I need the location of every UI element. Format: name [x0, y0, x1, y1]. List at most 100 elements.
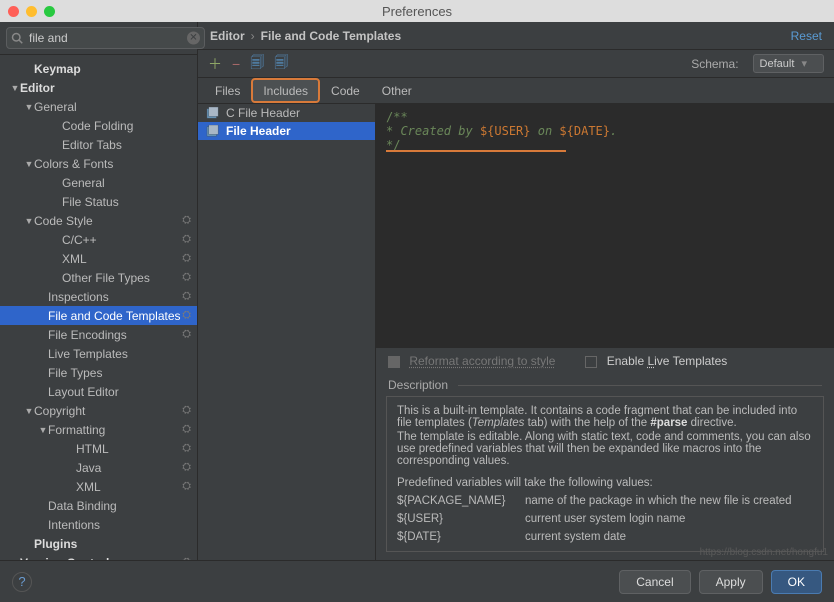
- sidebar-item-xml[interactable]: XML⛭: [0, 249, 197, 268]
- sidebar-item-label: XML: [76, 480, 182, 494]
- desc-p1c: tab) with the help of the: [524, 417, 650, 429]
- sidebar-item-label: File Encodings: [48, 328, 182, 342]
- disclosure-arrow-icon: ▼: [10, 83, 20, 93]
- dialog-footer: ? Cancel Apply OK: [0, 560, 834, 602]
- tab-includes[interactable]: Includes: [251, 78, 320, 103]
- variable-row: ${USER}current user system login name: [397, 513, 813, 525]
- code-l2f: .: [610, 124, 617, 138]
- sidebar-item-label: Data Binding: [48, 499, 191, 513]
- code-l2a: *: [386, 124, 400, 138]
- scope-icon: ⛭: [182, 442, 191, 455]
- variable-name: ${DATE}: [397, 531, 525, 543]
- sidebar-item-copyright[interactable]: ▼Copyright⛭: [0, 401, 197, 420]
- sidebar-item-label: Keymap: [34, 62, 191, 76]
- sidebar-item-version-control[interactable]: ▼Version Control⛭: [0, 553, 197, 560]
- sidebar-item-general[interactable]: ▼General: [0, 97, 197, 116]
- description-label: Description: [388, 378, 448, 392]
- sidebar-item-live-templates[interactable]: Live Templates: [0, 344, 197, 363]
- sidebar-item-label: Version Control: [20, 556, 182, 561]
- reset-link[interactable]: Reset: [791, 29, 822, 43]
- scope-icon: ⛭: [182, 461, 191, 474]
- sidebar-item-formatting[interactable]: ▼Formatting⛭: [0, 420, 197, 439]
- sidebar-item-label: Code Folding: [62, 119, 191, 133]
- template-item-label: File Header: [226, 124, 291, 138]
- sidebar-item-other-file-types[interactable]: Other File Types⛭: [0, 268, 197, 287]
- disclosure-arrow-icon: ▼: [24, 102, 34, 112]
- ok-button[interactable]: OK: [771, 570, 822, 594]
- breadcrumb-page: File and Code Templates: [261, 29, 401, 43]
- cancel-button[interactable]: Cancel: [619, 570, 690, 594]
- copy-template-icon[interactable]: 🗐: [274, 52, 288, 76]
- sidebar-item-editor[interactable]: ▼Editor: [0, 78, 197, 97]
- checkbox-icon: [388, 356, 400, 368]
- main-panel: Editor › File and Code Templates Reset ＋…: [198, 22, 834, 560]
- desc-p1d: #parse: [650, 417, 687, 429]
- variable-desc: name of the package in which the new fil…: [525, 495, 792, 507]
- sidebar-item-intentions[interactable]: Intentions: [0, 515, 197, 534]
- schema-label: Schema:: [691, 57, 738, 71]
- sidebar-item-label: Layout Editor: [48, 385, 191, 399]
- sidebar-item-label: File Types: [48, 366, 191, 380]
- sidebar-item-label: General: [62, 176, 191, 190]
- schema-value: Default: [760, 58, 795, 70]
- sidebar-item-file-types[interactable]: File Types: [0, 363, 197, 382]
- sidebar-item-code-folding[interactable]: Code Folding: [0, 116, 197, 135]
- sidebar-item-colors-fonts[interactable]: ▼Colors & Fonts: [0, 154, 197, 173]
- template-item-file-header[interactable]: File Header: [198, 122, 375, 140]
- sidebar-item-label: Copyright: [34, 404, 182, 418]
- breadcrumb-root[interactable]: Editor: [210, 29, 245, 43]
- scope-icon: ⛭: [182, 214, 191, 227]
- tab-code[interactable]: Code: [320, 78, 371, 103]
- copy-icon[interactable]: 🗐: [250, 52, 264, 76]
- apply-button[interactable]: Apply: [699, 570, 763, 594]
- tab-other[interactable]: Other: [371, 78, 423, 103]
- options-row: Reformat according to style Enable Live …: [376, 347, 834, 374]
- scope-icon: ⛭: [182, 480, 191, 493]
- tab-files[interactable]: Files: [204, 78, 251, 103]
- code-editor[interactable]: /** * Created by ${USER} on ${DATE}. */: [376, 104, 834, 347]
- disclosure-arrow-icon: ▼: [24, 406, 34, 416]
- sidebar-item-code-style[interactable]: ▼Code Style⛭: [0, 211, 197, 230]
- sidebar-item-layout-editor[interactable]: Layout Editor: [0, 382, 197, 401]
- template-item-label: C File Header: [226, 106, 300, 120]
- scope-icon: ⛭: [182, 290, 191, 303]
- clear-search-icon[interactable]: ✕: [187, 32, 200, 45]
- annotation-underline: [386, 150, 566, 152]
- toolbar: ＋ − 🗐 🗐 Schema: Default ▾: [198, 50, 834, 78]
- sidebar-item-label: XML: [62, 252, 182, 266]
- description-header: Description: [376, 374, 834, 396]
- sidebar-item-label: Editor Tabs: [62, 138, 191, 152]
- sidebar-item-label: Live Templates: [48, 347, 191, 361]
- sidebar-item-label: Plugins: [34, 537, 191, 551]
- help-icon[interactable]: ?: [12, 572, 32, 592]
- sidebar-item-file-and-code-templates[interactable]: File and Code Templates⛭: [0, 306, 197, 325]
- sidebar-item-keymap[interactable]: Keymap: [0, 59, 197, 78]
- add-icon[interactable]: ＋: [208, 54, 222, 74]
- reformat-checkbox[interactable]: Reformat according to style: [388, 354, 555, 368]
- template-item-c-file-header[interactable]: C File Header: [198, 104, 375, 122]
- sidebar-item-inspections[interactable]: Inspections⛭: [0, 287, 197, 306]
- sidebar-item-file-encodings[interactable]: File Encodings⛭: [0, 325, 197, 344]
- sidebar-item-data-binding[interactable]: Data Binding: [0, 496, 197, 515]
- remove-icon[interactable]: −: [232, 56, 240, 72]
- description-box: This is a built-in template. It contains…: [386, 396, 824, 552]
- search-input[interactable]: [6, 27, 205, 49]
- schema-select[interactable]: Default ▾: [753, 54, 824, 73]
- sidebar-item-plugins[interactable]: Plugins: [0, 534, 197, 553]
- variable-name: ${USER}: [397, 513, 525, 525]
- enable-live-templates-checkbox[interactable]: Enable Live Templates: [585, 354, 727, 368]
- sidebar-item-java[interactable]: Java⛭: [0, 458, 197, 477]
- sidebar-item-label: Formatting: [48, 423, 182, 437]
- sidebar-item-label: Code Style: [34, 214, 182, 228]
- sidebar-item-label: Inspections: [48, 290, 182, 304]
- sidebar-item-c-c-[interactable]: C/C++⛭: [0, 230, 197, 249]
- sidebar-item-file-status[interactable]: File Status: [0, 192, 197, 211]
- sidebar-item-editor-tabs[interactable]: Editor Tabs: [0, 135, 197, 154]
- scope-icon: ⛭: [182, 556, 191, 560]
- sidebar-item-html[interactable]: HTML⛭: [0, 439, 197, 458]
- scope-icon: ⛭: [182, 423, 191, 436]
- file-icon: [206, 125, 220, 137]
- sidebar-item-xml[interactable]: XML⛭: [0, 477, 197, 496]
- sidebar-item-general[interactable]: General: [0, 173, 197, 192]
- sidebar-item-label: Intentions: [48, 518, 191, 532]
